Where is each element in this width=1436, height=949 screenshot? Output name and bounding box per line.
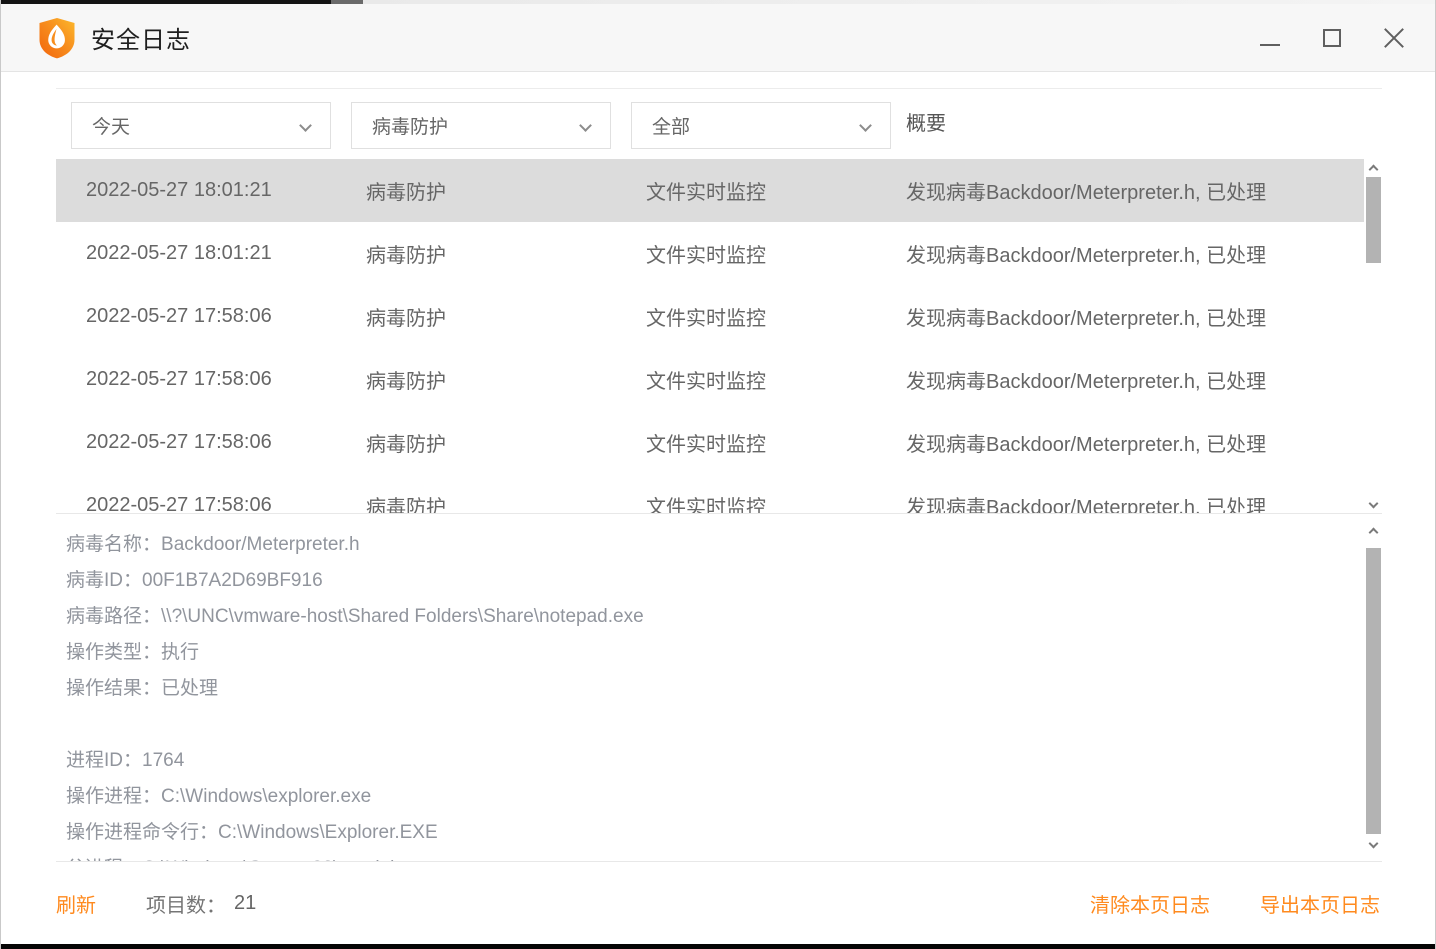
scrollbar-thumb[interactable]: [1366, 177, 1381, 263]
row-summary: 发现病毒Backdoor/Meterpreter.h, 已处理: [906, 245, 1267, 267]
detail-label: 病毒路径：: [66, 606, 162, 627]
table-row[interactable]: 2022-05-27 17:58:06 病毒防护 文件实时监控 发现病毒Back…: [56, 285, 1364, 348]
detail-value: C:\Windows\explorer.exe: [161, 786, 372, 807]
row-time: 2022-05-27 17:58:06: [86, 494, 272, 513]
row-source: 文件实时监控: [646, 245, 766, 267]
row-source: 文件实时监控: [646, 497, 766, 513]
close-icon[interactable]: [1372, 16, 1416, 60]
detail-value: \\?\UNC\vmware-host\Shared Folders\Share…: [161, 606, 644, 627]
row-category: 病毒防护: [366, 371, 446, 393]
security-log-window: 安全日志 今天 病毒防护 全部 概要 2022-05-27 18:01:21 病…: [0, 0, 1436, 949]
filter-bar: 今天 病毒防护 全部 概要: [56, 89, 1382, 153]
row-category: 病毒防护: [366, 434, 446, 456]
footer-actions: 清除本页日志 导出本页日志: [1090, 862, 1380, 944]
list-scrollbar[interactable]: [1365, 159, 1382, 513]
row-category: 病毒防护: [366, 182, 446, 204]
chevron-down-icon[interactable]: [1365, 495, 1382, 511]
window-bottom-edge: [1, 944, 1435, 949]
chevron-down-icon: [579, 119, 592, 132]
chevron-down-icon: [859, 119, 872, 132]
detail-label: 进程ID：: [66, 750, 143, 771]
detail-line-process-id: 进程ID：1764: [66, 743, 1352, 779]
row-category: 病毒防护: [366, 497, 446, 513]
table-row[interactable]: 2022-05-27 18:01:21 病毒防护 文件实时监控 发现病毒Back…: [56, 159, 1364, 222]
chevron-down-icon: [299, 119, 312, 132]
detail-value: 已处理: [161, 678, 219, 699]
row-source: 文件实时监控: [646, 371, 766, 393]
date-filter-value: 今天: [92, 117, 131, 138]
table-row[interactable]: 2022-05-27 18:01:21 病毒防护 文件实时监控 发现病毒Back…: [56, 222, 1364, 285]
detail-scrollbar[interactable]: [1365, 522, 1382, 853]
row-time: 2022-05-27 17:58:06: [86, 305, 272, 327]
maximize-icon[interactable]: [1310, 16, 1354, 60]
row-category: 病毒防护: [366, 245, 446, 267]
window-controls: [1239, 4, 1425, 72]
detail-line-process: 操作进程：C:\Windows\explorer.exe: [66, 779, 1352, 815]
detail-label: 病毒名称：: [66, 534, 162, 555]
minimize-icon[interactable]: [1248, 16, 1292, 60]
detail-line-parent-process: 父进程：C:\Windows\System32\userinit.exe: [66, 851, 1352, 861]
row-time: 2022-05-27 18:01:21: [86, 179, 272, 201]
row-summary: 发现病毒Backdoor/Meterpreter.h, 已处理: [906, 497, 1267, 513]
row-time: 2022-05-27 17:58:06: [86, 368, 272, 390]
detail-value: C:\Windows\Explorer.EXE: [218, 822, 438, 843]
detail-label: 操作进程：: [66, 786, 162, 807]
chevron-up-icon[interactable]: [1365, 161, 1382, 177]
window-top-edge: [1, 0, 1435, 4]
item-count-value: 21: [234, 891, 257, 914]
log-detail-panel: 病毒名称：Backdoor/Meterpreter.h 病毒ID：00F1B7A…: [56, 513, 1382, 862]
type-filter-dropdown[interactable]: 全部: [631, 102, 891, 149]
clear-page-logs-button[interactable]: 清除本页日志: [1090, 889, 1210, 918]
export-page-logs-button[interactable]: 导出本页日志: [1260, 889, 1380, 918]
detail-value: 1764: [142, 750, 185, 771]
table-row[interactable]: 2022-05-27 17:58:06 病毒防护 文件实时监控 发现病毒Back…: [56, 411, 1364, 474]
row-summary: 发现病毒Backdoor/Meterpreter.h, 已处理: [906, 434, 1267, 456]
detail-line-virus-id: 病毒ID：00F1B7A2D69BF916: [66, 563, 1352, 599]
footer-bar: 刷新 项目数： 21 清除本页日志 导出本页日志: [1, 862, 1435, 944]
row-time: 2022-05-27 18:01:21: [86, 242, 272, 264]
chevron-down-icon[interactable]: [1365, 835, 1382, 851]
type-filter-value: 全部: [652, 117, 691, 138]
detail-line-action-result: 操作结果：已处理: [66, 671, 1352, 707]
page-title: 安全日志: [91, 27, 191, 54]
detail-line-action-type: 操作类型：执行: [66, 635, 1352, 671]
detail-value: 00F1B7A2D69BF916: [142, 570, 323, 591]
detail-line-virus-name: 病毒名称：Backdoor/Meterpreter.h: [66, 527, 1352, 563]
summary-column-header: 概要: [906, 112, 946, 135]
detail-value: Backdoor/Meterpreter.h: [161, 534, 360, 555]
table-row[interactable]: 2022-05-27 17:58:06 病毒防护 文件实时监控 发现病毒Back…: [56, 348, 1364, 411]
row-time: 2022-05-27 17:58:06: [86, 431, 272, 453]
log-rows-viewport: 2022-05-27 18:01:21 病毒防护 文件实时监控 发现病毒Back…: [56, 159, 1382, 513]
shield-flame-icon: [39, 17, 75, 58]
refresh-button[interactable]: 刷新: [56, 862, 96, 944]
row-summary: 发现病毒Backdoor/Meterpreter.h, 已处理: [906, 371, 1267, 393]
detail-lines: 病毒名称：Backdoor/Meterpreter.h 病毒ID：00F1B7A…: [66, 527, 1352, 861]
date-filter-dropdown[interactable]: 今天: [71, 102, 331, 149]
item-count: 项目数： 21: [146, 862, 256, 944]
row-summary: 发现病毒Backdoor/Meterpreter.h, 已处理: [906, 182, 1267, 204]
detail-label: 病毒ID：: [66, 570, 143, 591]
title-bar: 安全日志: [1, 4, 1435, 72]
detail-label: 操作类型：: [66, 642, 162, 663]
scrollbar-thumb[interactable]: [1366, 548, 1381, 834]
row-summary: 发现病毒Backdoor/Meterpreter.h, 已处理: [906, 308, 1267, 330]
item-count-label: 项目数：: [146, 894, 226, 917]
log-table-panel: 今天 病毒防护 全部 概要 2022-05-27 18:01:21 病毒防护 文…: [56, 88, 1382, 513]
chevron-up-icon[interactable]: [1365, 524, 1382, 540]
row-source: 文件实时监控: [646, 434, 766, 456]
row-source: 文件实时监控: [646, 182, 766, 204]
table-row[interactable]: 2022-05-27 17:58:06 病毒防护 文件实时监控 发现病毒Back…: [56, 474, 1364, 513]
row-category: 病毒防护: [366, 308, 446, 330]
detail-label: 操作结果：: [66, 678, 162, 699]
category-filter-value: 病毒防护: [372, 117, 449, 138]
detail-line-virus-path: 病毒路径：\\?\UNC\vmware-host\Shared Folders\…: [66, 599, 1352, 635]
category-filter-dropdown[interactable]: 病毒防护: [351, 102, 611, 149]
detail-line-process-cmdline: 操作进程命令行：C:\Windows\Explorer.EXE: [66, 815, 1352, 851]
detail-value: 执行: [161, 642, 200, 663]
detail-label: 操作进程命令行：: [66, 822, 219, 843]
row-source: 文件实时监控: [646, 308, 766, 330]
